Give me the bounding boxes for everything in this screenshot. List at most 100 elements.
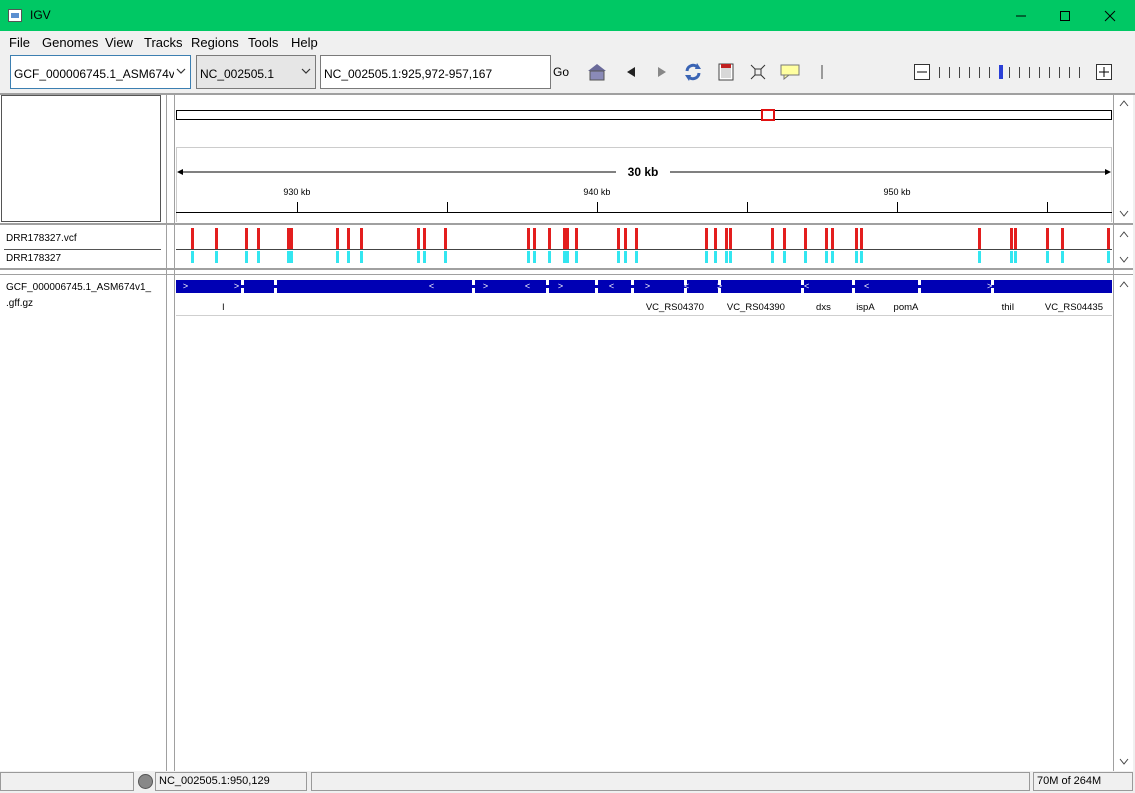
variant-marker[interactable] xyxy=(624,228,628,249)
zoom-slider[interactable] xyxy=(936,64,1096,80)
fit-to-window-icon[interactable] xyxy=(748,62,768,82)
genotype-marker[interactable] xyxy=(729,251,733,263)
minimize-icon[interactable] xyxy=(998,0,1044,31)
variant-marker[interactable] xyxy=(532,228,536,249)
genotype-marker[interactable] xyxy=(616,251,620,263)
genotype-marker[interactable] xyxy=(859,251,863,263)
zoom-level-tick[interactable] xyxy=(969,67,970,78)
variant-marker[interactable] xyxy=(1045,228,1049,249)
menu-view[interactable]: View xyxy=(105,35,133,50)
zoom-level-tick[interactable] xyxy=(959,67,960,78)
go-button[interactable]: Go xyxy=(551,55,571,89)
annotation-track[interactable]: > > < > < > < > < > < < > l VC_RS04370 VC_RS04390 dxs isp… xyxy=(176,278,1112,316)
zoom-level-tick[interactable] xyxy=(1029,67,1030,78)
variant-marker[interactable] xyxy=(1107,228,1111,249)
scroll-up-icon[interactable] xyxy=(1119,230,1129,238)
variant-marker[interactable] xyxy=(565,228,569,249)
zoom-level-tick[interactable] xyxy=(1059,67,1060,78)
variant-marker[interactable] xyxy=(444,228,448,249)
genotype-marker[interactable] xyxy=(1107,251,1111,263)
variant-marker[interactable] xyxy=(190,228,194,249)
name-panel-divider[interactable] xyxy=(166,95,167,771)
variant-marker[interactable] xyxy=(289,228,293,249)
variant-marker[interactable] xyxy=(978,228,982,249)
variant-marker[interactable] xyxy=(724,228,728,249)
variant-marker[interactable] xyxy=(859,228,863,249)
variant-marker[interactable] xyxy=(1009,228,1013,249)
variant-marker[interactable] xyxy=(616,228,620,249)
menu-tools[interactable]: Tools xyxy=(248,35,278,50)
variant-marker[interactable] xyxy=(771,228,775,249)
zoom-level-tick[interactable] xyxy=(979,67,980,78)
genotype-marker[interactable] xyxy=(724,251,728,263)
menu-file[interactable]: File xyxy=(9,35,30,50)
genotype-marker[interactable] xyxy=(771,251,775,263)
genotype-marker[interactable] xyxy=(714,251,718,263)
variant-marker[interactable] xyxy=(831,228,835,249)
track-name-gff-line1[interactable]: GCF_000006745.1_ASM674v1_ xyxy=(6,282,151,293)
variant-marker[interactable] xyxy=(714,228,718,249)
memory-status[interactable]: 70M of 264M xyxy=(1033,772,1133,791)
zoom-level-tick[interactable] xyxy=(949,67,950,78)
variant-track[interactable] xyxy=(176,228,1112,264)
genotype-marker[interactable] xyxy=(417,251,421,263)
ruler-divider-icon[interactable] xyxy=(812,62,832,82)
popup-info-icon[interactable] xyxy=(780,62,800,82)
variant-marker[interactable] xyxy=(705,228,709,249)
genotype-marker[interactable] xyxy=(289,251,293,263)
zoom-level-current[interactable] xyxy=(999,65,1003,79)
variant-marker[interactable] xyxy=(526,228,530,249)
variant-marker[interactable] xyxy=(1014,228,1018,249)
zoom-level-tick[interactable] xyxy=(989,67,990,78)
maximize-icon[interactable] xyxy=(1042,0,1088,31)
genotype-marker[interactable] xyxy=(423,251,427,263)
chromosome-dropdown[interactable]: NC_002505.1 xyxy=(196,55,316,89)
genotype-marker[interactable] xyxy=(526,251,530,263)
variant-marker[interactable] xyxy=(256,228,260,249)
variant-marker[interactable] xyxy=(804,228,808,249)
header-divider[interactable] xyxy=(0,223,1133,225)
zoom-level-tick[interactable] xyxy=(1069,67,1070,78)
zoom-out-button[interactable] xyxy=(914,64,930,83)
data-panel-divider[interactable] xyxy=(0,268,1133,270)
menu-tracks[interactable]: Tracks xyxy=(144,35,183,50)
variant-marker[interactable] xyxy=(729,228,733,249)
genotype-marker[interactable] xyxy=(360,251,364,263)
genotype-marker[interactable] xyxy=(978,251,982,263)
zoom-level-tick[interactable] xyxy=(1079,67,1080,78)
genotype-marker[interactable] xyxy=(804,251,808,263)
genotype-marker[interactable] xyxy=(532,251,536,263)
genotype-marker[interactable] xyxy=(1014,251,1018,263)
genotype-marker[interactable] xyxy=(624,251,628,263)
track-name-vcf[interactable]: DRR178327.vcf xyxy=(6,233,77,244)
genotype-marker[interactable] xyxy=(855,251,859,263)
zoom-level-tick[interactable] xyxy=(1019,67,1020,78)
variant-marker[interactable] xyxy=(336,228,340,249)
variant-marker[interactable] xyxy=(244,228,248,249)
genotype-marker[interactable] xyxy=(244,251,248,263)
track-name-sample[interactable]: DRR178327 xyxy=(6,253,61,264)
menu-genomes[interactable]: Genomes xyxy=(42,35,98,50)
back-icon[interactable] xyxy=(621,62,641,82)
zoom-level-tick[interactable] xyxy=(1049,67,1050,78)
variant-marker[interactable] xyxy=(346,228,350,249)
variant-marker[interactable] xyxy=(214,228,218,249)
genotype-marker[interactable] xyxy=(574,251,578,263)
genotype-marker[interactable] xyxy=(634,251,638,263)
zoom-level-tick[interactable] xyxy=(1009,67,1010,78)
genotype-marker[interactable] xyxy=(705,251,709,263)
genotype-marker[interactable] xyxy=(831,251,835,263)
scroll-down-icon[interactable] xyxy=(1119,758,1129,766)
track-name-gff-line2[interactable]: .gff.gz xyxy=(6,298,33,309)
zoom-level-tick[interactable] xyxy=(1039,67,1040,78)
genotype-marker[interactable] xyxy=(1060,251,1064,263)
genotype-marker[interactable] xyxy=(336,251,340,263)
attribute-panel-divider[interactable] xyxy=(174,95,175,771)
genotype-marker[interactable] xyxy=(444,251,448,263)
genotype-marker[interactable] xyxy=(547,251,551,263)
region-of-interest-icon[interactable] xyxy=(716,62,736,82)
menu-help[interactable]: Help xyxy=(291,35,318,50)
close-icon[interactable] xyxy=(1087,0,1133,31)
variant-marker[interactable] xyxy=(547,228,551,249)
home-icon[interactable] xyxy=(587,62,607,82)
